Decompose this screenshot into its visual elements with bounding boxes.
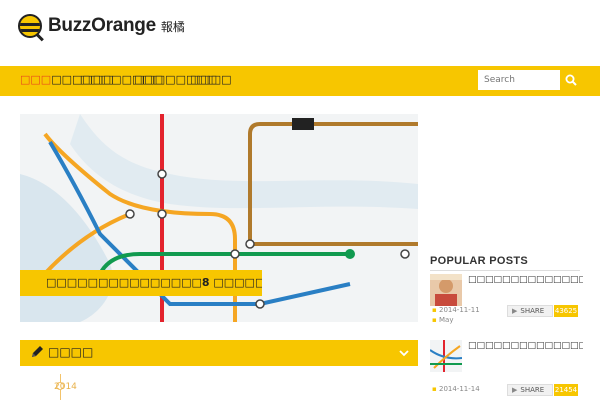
post-1-author-text: May: [438, 316, 454, 324]
calendar-icon: ▪: [432, 306, 437, 314]
search-icon: [565, 74, 577, 86]
post-1-title[interactable]: □□□□□□□□□□□□□□□□□ Guts □□□: [468, 275, 583, 285]
post-2-share-count: 21454: [554, 384, 578, 396]
post-2-photo: [430, 340, 462, 372]
post-2-date-text: 2014-11-14: [438, 385, 480, 393]
post-2-share-button[interactable]: ▶ SHARE: [507, 384, 553, 396]
post-2-share-label: SHARE: [520, 386, 545, 394]
post-2-title[interactable]: □□□□□□□□□□□□□□□8 □□□□□□□□□: [468, 341, 583, 351]
site-header: BuzzOrange 報橘: [0, 0, 600, 66]
chevron-down-icon[interactable]: [396, 345, 412, 361]
popular-divider: [430, 270, 580, 271]
search-input[interactable]: [478, 70, 560, 90]
post-2-thumbnail[interactable]: [430, 340, 462, 372]
nav-item-4-label: □□□□: [190, 73, 232, 86]
post-1-share-button[interactable]: ▶ SHARE: [507, 305, 553, 317]
calendar-icon: ▪: [432, 385, 437, 393]
post-1-photo: [430, 274, 462, 306]
pencil-icon: [32, 346, 43, 357]
post-1-share-label: SHARE: [520, 307, 545, 315]
share-icon: ▶: [512, 386, 518, 394]
section-title: □□□□: [48, 345, 94, 359]
post-1-author: ▪ May: [432, 316, 453, 324]
search-button[interactable]: [560, 70, 582, 90]
timeline-year: 2014: [54, 382, 77, 392]
user-icon: ▪: [432, 316, 437, 324]
post-2-date: ▪ 2014-11-14: [432, 385, 480, 393]
post-1-share-count: 43625: [554, 305, 578, 317]
site-logo[interactable]: BuzzOrange 報橘: [18, 14, 185, 38]
section-header[interactable]: □□□□: [20, 340, 418, 366]
post-1-thumbnail[interactable]: [430, 274, 462, 306]
featured-caption[interactable]: □□□□□□□□□□□□□□□8 □□□□□□□□□□□: [20, 270, 262, 296]
popular-posts-title: POPULAR POSTS: [430, 255, 529, 267]
nav-item-4[interactable]: □□□□: [190, 73, 232, 86]
nav-item-1-highlight: □□□: [20, 73, 52, 86]
logo-subtitle: 報橘: [160, 19, 185, 34]
post-1-date-text: 2014-11-11: [438, 306, 480, 314]
logo-text: BuzzOrange: [48, 15, 156, 36]
post-1-date: ▪ 2014-11-11: [432, 306, 480, 314]
share-icon: ▶: [512, 307, 518, 315]
